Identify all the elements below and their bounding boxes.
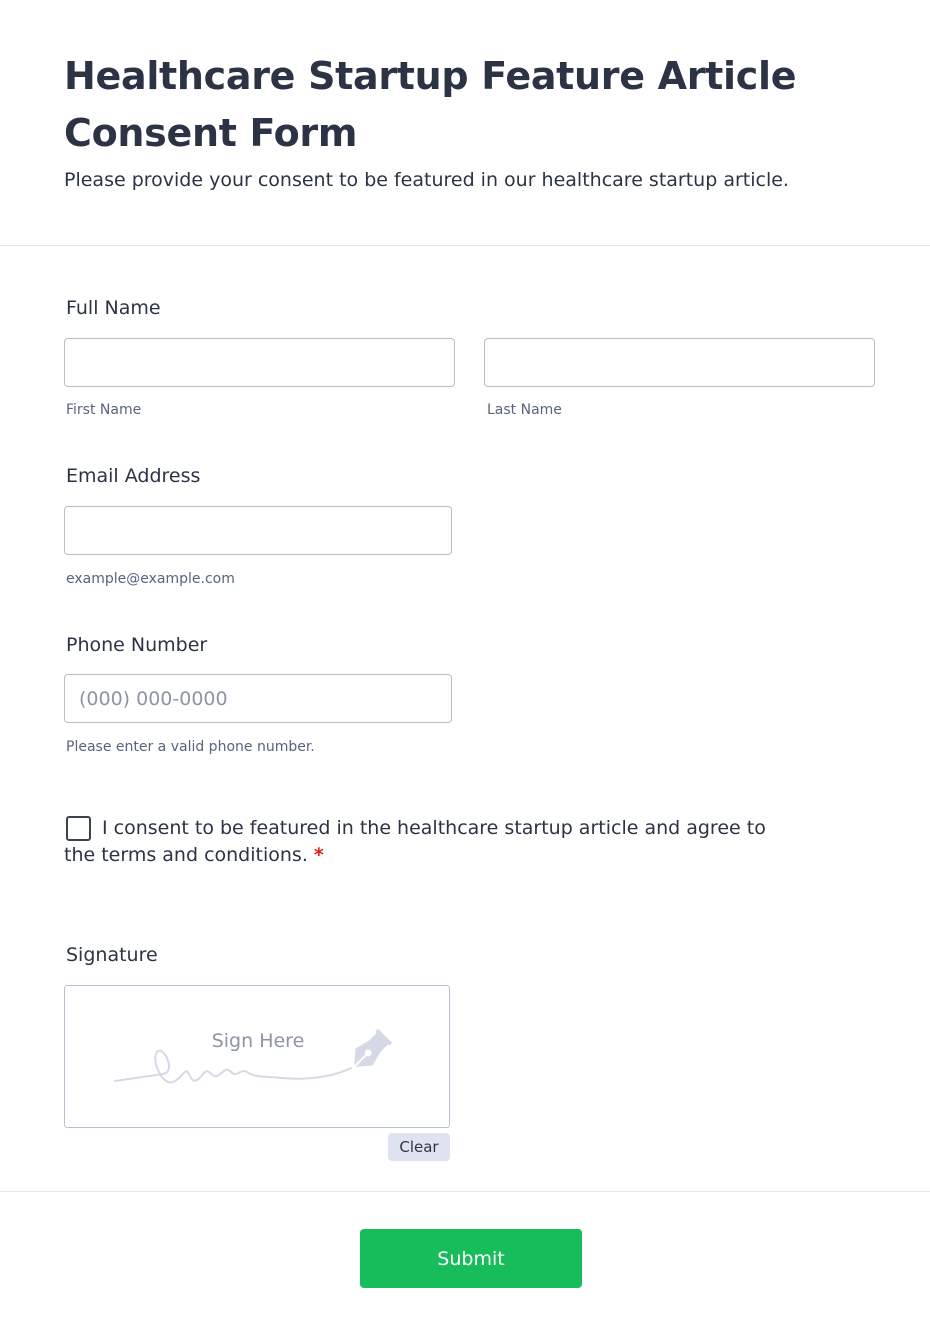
submit-button[interactable]: Submit — [360, 1229, 582, 1288]
clear-signature-button[interactable]: Clear — [388, 1133, 450, 1161]
signature-pad[interactable]: Sign Here — [64, 985, 450, 1128]
full-name-label: Full Name — [66, 297, 161, 319]
last-name-sublabel: Last Name — [487, 402, 562, 418]
form-subtitle: Please provide your consent to be featur… — [64, 169, 789, 191]
first-name-sublabel: First Name — [66, 402, 142, 418]
phone-sublabel: Please enter a valid phone number. — [66, 739, 315, 755]
signature-placeholder: Sign Here — [211, 1030, 305, 1052]
form-title: Healthcare Startup Feature Article Conse… — [64, 54, 797, 155]
consent-text: I consent to be featured in the healthca… — [64, 817, 766, 866]
consent-label: I consent to be featured in the healthca… — [64, 815, 784, 869]
required-asterisk: * — [313, 844, 324, 866]
phone-input[interactable] — [64, 674, 452, 723]
footer-divider — [0, 1191, 930, 1192]
email-sublabel: example@example.com — [66, 571, 235, 587]
signature-scribble-icon — [114, 1028, 393, 1084]
form-header: Healthcare Startup Feature Article Conse… — [0, 0, 930, 246]
last-name-input[interactable] — [484, 338, 875, 387]
email-input[interactable] — [64, 506, 452, 555]
signature-label: Signature — [66, 944, 158, 966]
first-name-input[interactable] — [64, 338, 455, 387]
email-label: Email Address — [66, 465, 201, 487]
phone-label: Phone Number — [66, 634, 208, 656]
